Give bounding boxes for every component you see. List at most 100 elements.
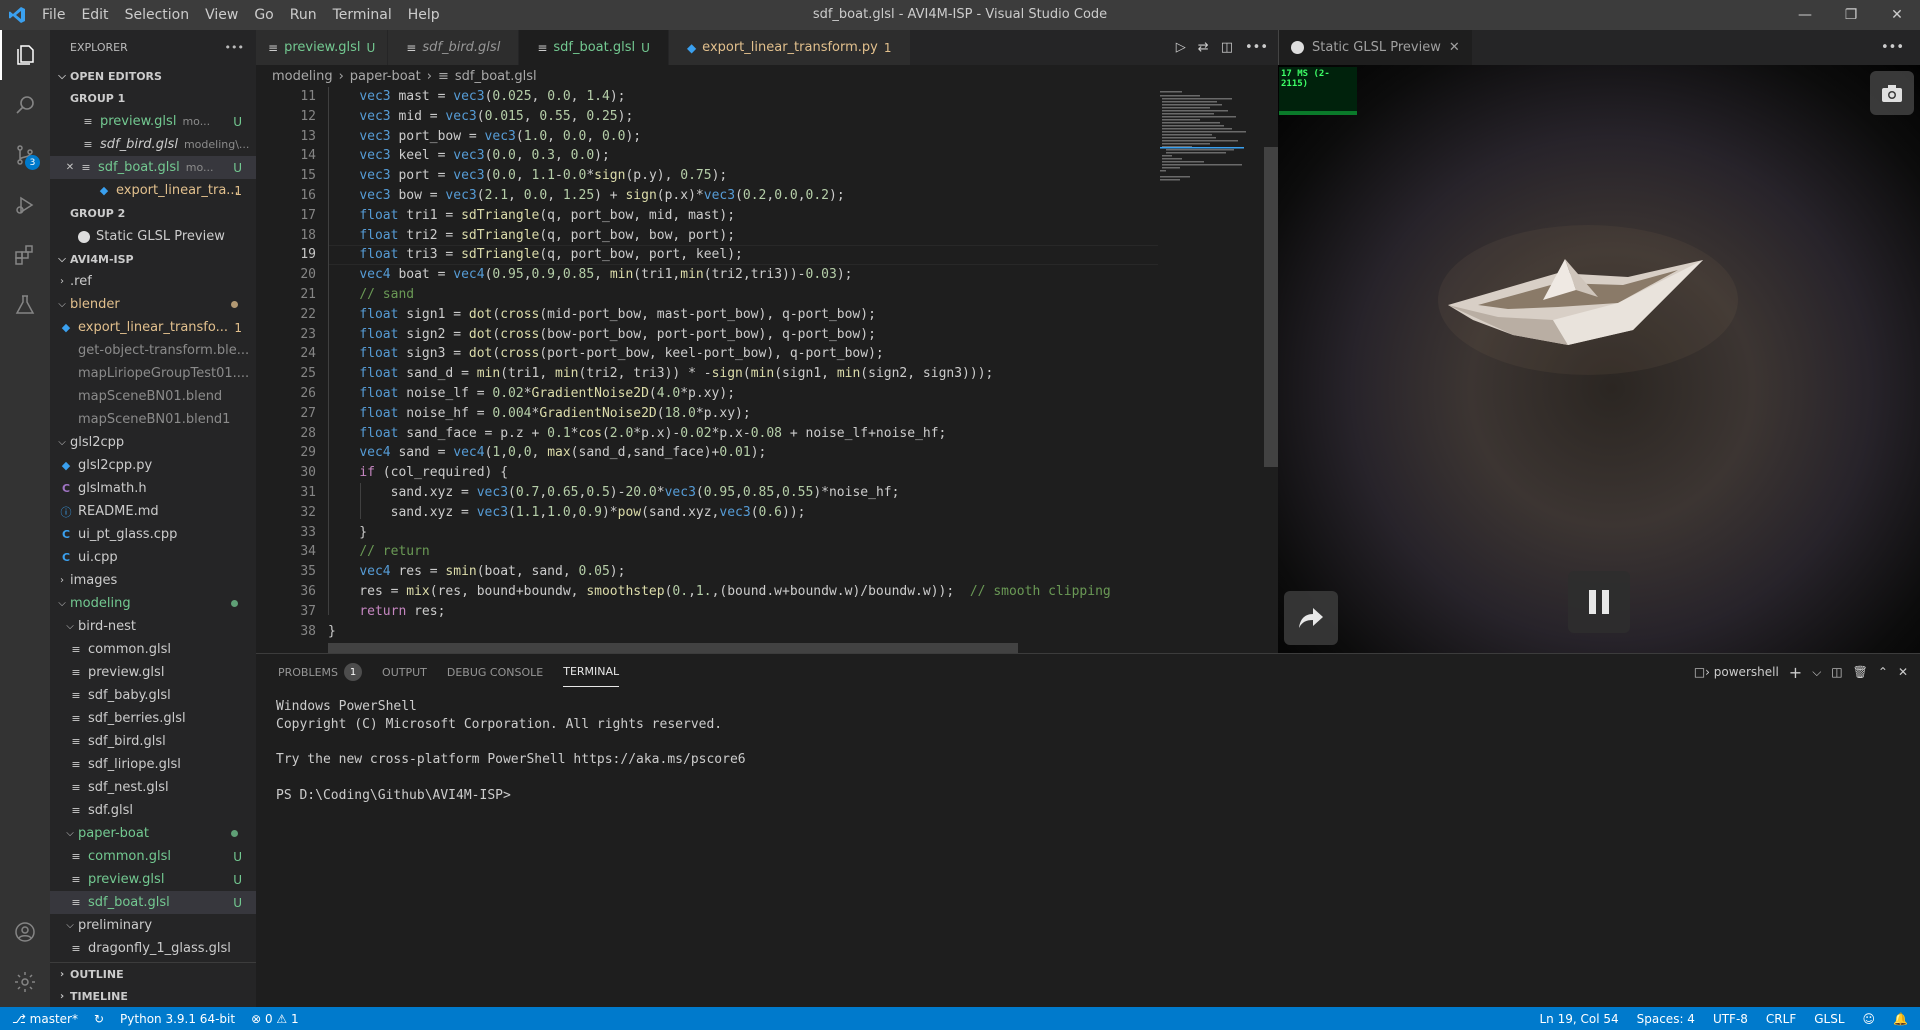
extensions-icon[interactable] bbox=[0, 230, 50, 280]
tree-file[interactable]: Cui_pt_glass.cpp bbox=[50, 523, 256, 546]
close-icon[interactable]: ✕ bbox=[1449, 40, 1460, 55]
tree-file[interactable]: mapSceneBN01.blend bbox=[50, 385, 256, 408]
tree-file[interactable]: ≡ preview.glsl bbox=[50, 661, 256, 684]
tab-terminal[interactable]: TERMINAL bbox=[553, 654, 629, 690]
open-editor-item-active[interactable]: ✕ ≡ sdf_boat.glsl mo... U bbox=[50, 156, 256, 179]
tree-file[interactable]: get-object-transform.ble... bbox=[50, 339, 256, 362]
tab-problems[interactable]: PROBLEMS 1 bbox=[268, 654, 372, 690]
vertical-scrollbar[interactable] bbox=[1264, 147, 1278, 467]
branch-status[interactable]: ⎇ master* bbox=[12, 1012, 78, 1026]
code-line[interactable]: vec3 keel = vec3(0.0, 0.3, 0.0); bbox=[328, 146, 1158, 166]
menu-terminal[interactable]: Terminal bbox=[325, 0, 400, 30]
code-line[interactable]: if (col_required) { bbox=[328, 463, 1158, 483]
vscode-logo-icon[interactable] bbox=[0, 0, 34, 30]
code-line[interactable]: vec3 port = vec3(0.0, 1.1-0.0*sign(p.y),… bbox=[328, 166, 1158, 186]
python-interpreter[interactable]: Python 3.9.1 64-bit bbox=[120, 1012, 235, 1026]
breadcrumb-item[interactable]: paper-boat bbox=[350, 69, 421, 84]
code-line[interactable]: float sign3 = dot(cross(port-port_bow, k… bbox=[328, 344, 1158, 364]
chevron-down-icon[interactable]: ⌵ bbox=[1812, 665, 1821, 680]
tab-export-linear-transform[interactable]: ◆ export_linear_transform.py 1 bbox=[668, 30, 911, 65]
notifications-bell-icon[interactable]: 🔔 bbox=[1893, 1012, 1908, 1026]
split-editor-icon[interactable]: ◫ bbox=[1221, 40, 1233, 55]
menu-go[interactable]: Go bbox=[246, 0, 281, 30]
tree-file[interactable]: ◆ glsl2cpp.py bbox=[50, 454, 256, 477]
code-line[interactable]: vec4 res = smin(boat, sand, 0.05); bbox=[328, 562, 1158, 582]
code-line[interactable]: vec3 port_bow = vec3(1.0, 0.0, 0.0); bbox=[328, 127, 1158, 147]
code-line[interactable]: } bbox=[328, 523, 1158, 543]
code-line[interactable]: float sign1 = dot(cross(mid-port_bow, ma… bbox=[328, 305, 1158, 325]
code-line[interactable]: float tri2 = sdTriangle(q, port_bow, bow… bbox=[328, 226, 1158, 246]
code-line[interactable]: // return bbox=[328, 542, 1158, 562]
project-section[interactable]: ⌵ AVI4M-ISP bbox=[50, 248, 256, 270]
sync-icon[interactable]: ↻ bbox=[94, 1012, 104, 1026]
restore-button[interactable]: ❐ bbox=[1828, 0, 1874, 30]
menu-selection[interactable]: Selection bbox=[117, 0, 198, 30]
tree-file[interactable]: Cglslmath.h bbox=[50, 477, 256, 500]
feedback-icon[interactable]: ☺ bbox=[1863, 1012, 1876, 1026]
more-actions-icon[interactable]: ••• bbox=[225, 41, 244, 54]
tree-file[interactable]: Cui.cpp bbox=[50, 546, 256, 569]
menu-file[interactable]: File bbox=[34, 0, 73, 30]
split-terminal-icon[interactable]: ◫ bbox=[1831, 665, 1842, 679]
tree-file[interactable]: ≡ common.glsl bbox=[50, 638, 256, 661]
search-icon[interactable] bbox=[0, 80, 50, 130]
problems-status[interactable]: ⊗ 0 ⚠ 1 bbox=[251, 1012, 299, 1026]
tree-file[interactable]: ≡ sdf_berries.glsl bbox=[50, 707, 256, 730]
code-line[interactable]: // sand bbox=[328, 285, 1158, 305]
code-line[interactable]: float sand_face = p.z + 0.1*cos(2.0*p.x)… bbox=[328, 424, 1158, 444]
tree-file[interactable]: mapSceneBN01.blend1 bbox=[50, 408, 256, 431]
tab-output[interactable]: OUTPUT bbox=[372, 654, 437, 690]
code-line[interactable]: vec3 mid = vec3(0.015, 0.55, 0.25); bbox=[328, 107, 1158, 127]
code-line[interactable]: sand.xyz = vec3(1.1,1.0,0.9)*pow(sand.xy… bbox=[328, 503, 1158, 523]
open-editors-section[interactable]: ⌵ OPEN EDITORS bbox=[50, 65, 256, 87]
horizontal-scrollbar[interactable] bbox=[328, 643, 1018, 653]
compare-changes-icon[interactable]: ⇄ bbox=[1198, 40, 1209, 55]
explorer-icon[interactable] bbox=[0, 30, 50, 80]
run-debug-icon[interactable] bbox=[0, 180, 50, 230]
tree-file[interactable]: ≡ common.glsl U bbox=[50, 845, 256, 868]
breadcrumb-item[interactable]: modeling bbox=[272, 69, 333, 84]
tree-file-active[interactable]: ≡ sdf_boat.glsl U bbox=[50, 891, 256, 914]
code-lines[interactable]: vec3 mast = vec3(0.025, 0.0, 1.4); vec3 … bbox=[328, 87, 1158, 641]
code-line[interactable]: } bbox=[328, 622, 1158, 642]
line-ending[interactable]: CRLF bbox=[1766, 1012, 1796, 1026]
terminal-shell-selector[interactable]: □› powershell bbox=[1694, 665, 1779, 679]
menu-run[interactable]: Run bbox=[282, 0, 325, 30]
tree-folder[interactable]: ⌵ bird-nest bbox=[50, 615, 256, 638]
tree-folder[interactable]: ⌵ blender bbox=[50, 293, 256, 316]
code-line[interactable]: float tri3 = sdTriangle(q, port_bow, por… bbox=[328, 245, 1158, 265]
close-window-button[interactable]: ✕ bbox=[1874, 0, 1920, 30]
code-line[interactable]: float sand_d = min(tri1, min(tri2, tri3)… bbox=[328, 364, 1158, 384]
code-line[interactable]: float tri1 = sdTriangle(q, port_bow, mid… bbox=[328, 206, 1158, 226]
settings-gear-icon[interactable] bbox=[0, 957, 50, 1007]
code-line[interactable]: vec4 sand = vec4(1,0,0, max(sand_d,sand_… bbox=[328, 443, 1158, 463]
tree-file[interactable]: ⓘ README.md bbox=[50, 500, 256, 523]
code-line[interactable]: res = mix(res, bound+boundw, smoothstep(… bbox=[328, 582, 1158, 602]
minimap[interactable] bbox=[1158, 87, 1264, 653]
open-editor-item[interactable]: ≡ preview.glsl mo... U bbox=[50, 110, 256, 133]
screenshot-camera-button[interactable] bbox=[1870, 71, 1914, 115]
tab-static-glsl-preview[interactable]: Static GLSL Preview ✕ bbox=[1279, 30, 1472, 65]
tree-file[interactable]: ≡ preview.glsl U bbox=[50, 868, 256, 891]
more-actions-icon[interactable]: ••• bbox=[1245, 40, 1268, 55]
terminal-output[interactable]: Windows PowerShell Copyright (C) Microso… bbox=[256, 690, 1920, 813]
tree-folder[interactable]: › .ref bbox=[50, 270, 256, 293]
code-line[interactable]: float noise_lf = 0.02*GradientNoise2D(4.… bbox=[328, 384, 1158, 404]
tree-file[interactable]: ≡ dragonfly_1_glass.glsl bbox=[50, 937, 256, 960]
tree-file[interactable]: mapLiriopeGroupTest01.... bbox=[50, 362, 256, 385]
menu-view[interactable]: View bbox=[197, 0, 246, 30]
tree-folder[interactable]: ⌵ paper-boat bbox=[50, 822, 256, 845]
pause-button[interactable] bbox=[1568, 571, 1630, 633]
minimize-button[interactable]: — bbox=[1782, 0, 1828, 30]
menu-edit[interactable]: Edit bbox=[73, 0, 116, 30]
code-line[interactable]: vec4 boat = vec4(0.95,0.9,0.85, min(tri1… bbox=[328, 265, 1158, 285]
code-line[interactable]: vec3 bow = vec3(2.1, 0.0, 1.25) + sign(p… bbox=[328, 186, 1158, 206]
terminal-prompt[interactable]: PS D:\Coding\Github\AVI4M-ISP> bbox=[276, 787, 1900, 805]
open-editor-item[interactable]: ◆ export_linear_tra... 1 bbox=[50, 179, 256, 202]
tree-file[interactable]: ≡ sdf_nest.glsl bbox=[50, 776, 256, 799]
cursor-position[interactable]: Ln 19, Col 54 bbox=[1539, 1012, 1618, 1026]
more-actions-icon[interactable]: ••• bbox=[1881, 40, 1904, 55]
tab-preview-glsl[interactable]: ≡ preview.glsl U bbox=[256, 30, 389, 65]
share-button[interactable] bbox=[1284, 591, 1338, 645]
close-icon[interactable]: ✕ bbox=[62, 162, 78, 173]
